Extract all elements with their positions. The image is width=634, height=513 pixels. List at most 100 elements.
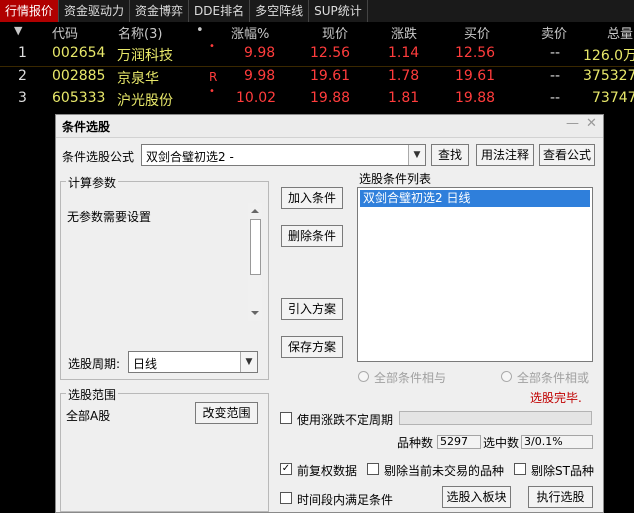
params-group-title: 计算参数 (66, 174, 119, 191)
row-index: 2 (18, 68, 27, 84)
row-mark: • (209, 41, 215, 52)
condition-list[interactable]: 双剑合璧初选2 日线 (357, 187, 593, 362)
table-row[interactable]: 3 605333 沪光股份 • 10.02 19.88 1.81 19.88 -… (0, 86, 634, 111)
row-bid: 12.56 (455, 45, 496, 61)
chevron-down-icon[interactable]: ▼ (408, 145, 425, 165)
row-change-pct: 9.98 (244, 45, 276, 61)
row-total: 126.0万 (583, 48, 634, 64)
chevron-down-icon[interactable]: ▼ (240, 352, 257, 372)
row-total: 73747 (592, 90, 634, 106)
row-change-pct: 10.02 (236, 90, 277, 106)
close-icon[interactable]: ✕ (586, 116, 597, 131)
pre-adjust-checkbox[interactable]: ✓ (280, 463, 292, 475)
row-price: 19.88 (310, 90, 351, 106)
params-text: 无参数需要设置 (67, 210, 152, 224)
row-mark: • (209, 86, 215, 97)
radio-all-and[interactable] (358, 371, 369, 382)
formula-value: 双剑合璧初选2 - (146, 150, 234, 164)
exclude-untraded-checkbox[interactable] (367, 463, 379, 475)
radio-all-and-label: 全部条件相与 (374, 371, 447, 385)
row-total: 375327 (583, 68, 634, 84)
tab-sup-stats[interactable]: SUP统计 (309, 0, 368, 22)
condition-list-label: 选股条件列表 (359, 172, 432, 186)
row-change-pct: 9.98 (244, 68, 276, 84)
delete-condition-button[interactable]: 删除条件 (281, 225, 343, 247)
uncertain-period-label: 使用涨跌不定周期 (297, 413, 394, 427)
exclude-untraded-label: 剔除当前未交易的品种 (384, 464, 505, 478)
col-dot: • (196, 23, 204, 38)
row-ask: -- (550, 68, 561, 84)
progress-bar (399, 411, 592, 425)
row-price: 19.61 (310, 68, 351, 84)
col-total[interactable]: 总量 (607, 23, 633, 42)
tab-fund-game[interactable]: 资金博弈 (130, 0, 190, 22)
col-bid[interactable]: 买价 (464, 23, 490, 42)
row-code: 002885 (52, 68, 106, 84)
pre-adjust-label: 前复权数据 (297, 464, 358, 478)
change-scope-button[interactable]: 改变范围 (195, 402, 258, 424)
exclude-st-label: 剔除ST品种 (531, 464, 594, 478)
tab-dde-rank[interactable]: DDE排名 (189, 0, 251, 22)
row-mark: R (209, 70, 218, 84)
condition-select-dialog: 条件选股 — ✕ 条件选股公式 双剑合璧初选2 - ▼ 查找 用法注释 查看公式… (55, 114, 604, 513)
list-item[interactable]: 双剑合璧初选2 日线 (360, 190, 590, 207)
row-bid: 19.88 (455, 90, 496, 106)
dialog-title: 条件选股 (62, 120, 111, 134)
count-value: 5297 (437, 435, 481, 449)
radio-all-or[interactable] (501, 371, 512, 382)
scroll-down-icon[interactable] (251, 311, 259, 315)
find-button[interactable]: 查找 (431, 144, 469, 166)
import-plan-button[interactable]: 引入方案 (281, 298, 343, 320)
usage-notes-button[interactable]: 用法注释 (476, 144, 534, 166)
period-select[interactable]: 日线 ▼ (128, 351, 258, 373)
col-change-pct[interactable]: 涨幅% (231, 23, 269, 42)
count-label: 品种数 (397, 436, 434, 450)
params-scrollbar[interactable] (248, 203, 262, 321)
row-code: 605333 (52, 90, 106, 106)
row-index: 3 (18, 90, 27, 106)
row-price: 12.56 (310, 45, 351, 61)
scroll-up-icon[interactable] (251, 209, 259, 213)
table-row[interactable]: 2 002885 京泉华 R 9.98 19.61 1.78 19.61 -- … (0, 66, 634, 89)
tab-bar: 行情报价 资金驱动力 资金博弈 DDE排名 多空阵线 SUP统计 (0, 0, 634, 22)
table-row[interactable]: 1 002654 万润科技 • 9.98 12.56 1.14 12.56 --… (0, 41, 634, 66)
row-ask: -- (550, 45, 561, 61)
col-name[interactable]: 名称(3) (118, 23, 162, 42)
tab-quotes[interactable]: 行情报价 (0, 0, 60, 22)
uncertain-period-checkbox[interactable] (280, 412, 292, 424)
row-name: 沪光股份 (117, 93, 173, 109)
col-ask[interactable]: 卖价 (541, 23, 567, 42)
period-value: 日线 (133, 357, 158, 371)
table-header: ▼ 代码 名称(3) • 涨幅% 现价 涨跌 买价 卖价 总量 (0, 22, 634, 42)
minimize-icon[interactable]: — (566, 116, 579, 131)
row-change: 1.78 (388, 68, 420, 84)
scope-group-title: 选股范围 (66, 386, 119, 403)
col-price[interactable]: 现价 (322, 23, 348, 42)
status-text: 选股完毕. (530, 391, 582, 405)
tab-long-short[interactable]: 多空阵线 (250, 0, 310, 22)
scope-text: 全部A股 (66, 409, 111, 423)
row-change: 1.14 (388, 45, 420, 61)
row-name: 万润科技 (117, 48, 173, 64)
period-label: 选股周期: (68, 357, 121, 371)
sort-arrow-icon[interactable]: ▼ (14, 24, 22, 37)
period-satisfy-checkbox[interactable] (280, 492, 292, 504)
row-code: 002654 (52, 45, 106, 61)
execute-select-button[interactable]: 执行选股 (528, 486, 593, 508)
dialog-titlebar[interactable]: 条件选股 — ✕ (56, 115, 603, 138)
add-to-block-button[interactable]: 选股入板块 (442, 486, 511, 508)
add-condition-button[interactable]: 加入条件 (281, 187, 343, 209)
col-code[interactable]: 代码 (52, 23, 78, 42)
radio-all-or-label: 全部条件相或 (517, 371, 590, 385)
scroll-thumb[interactable] (250, 219, 261, 275)
formula-label: 条件选股公式 (62, 150, 135, 164)
tab-fund-drive[interactable]: 资金驱动力 (59, 0, 131, 22)
view-formula-button[interactable]: 查看公式 (539, 144, 595, 166)
selected-label: 选中数 (483, 436, 520, 450)
save-plan-button[interactable]: 保存方案 (281, 336, 343, 358)
exclude-st-checkbox[interactable] (514, 463, 526, 475)
col-change[interactable]: 涨跌 (391, 23, 417, 42)
formula-select[interactable]: 双剑合璧初选2 - ▼ (141, 144, 426, 166)
row-bid: 19.61 (455, 68, 496, 84)
row-ask: -- (550, 90, 561, 106)
